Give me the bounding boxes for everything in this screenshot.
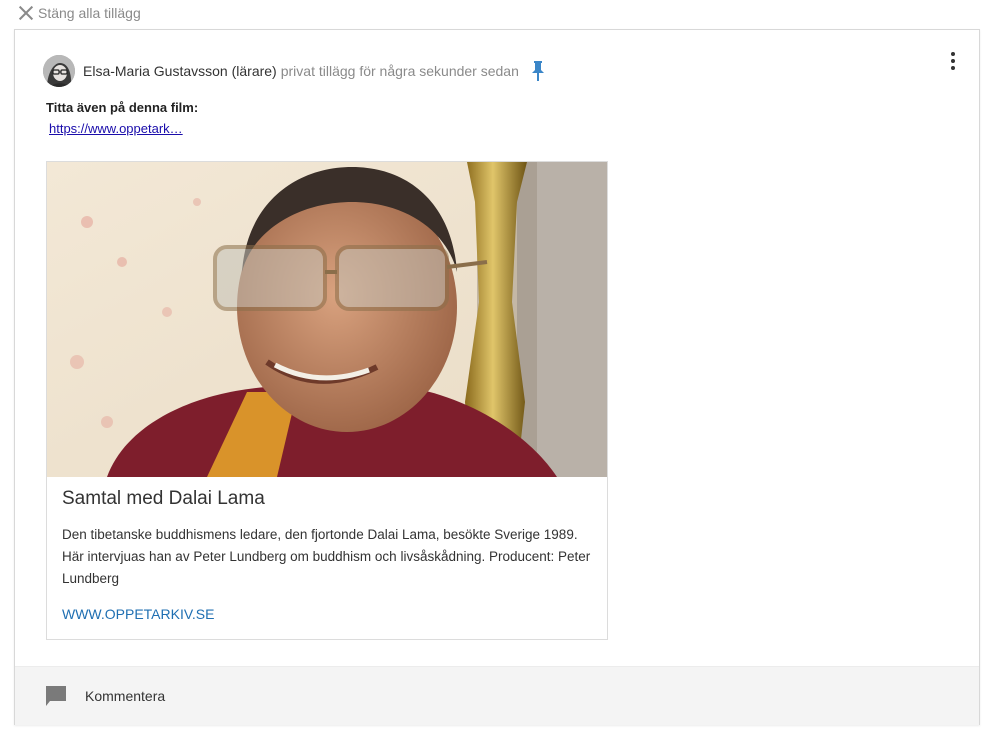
- close-all-label: Stäng alla tillägg: [38, 5, 141, 21]
- video-thumbnail[interactable]: [47, 162, 607, 477]
- annotation-card: Elsa-Maria Gustavsson (lärare) privat ti…: [14, 29, 980, 725]
- privacy-timestamp: privat tillägg för några sekunder sedan: [280, 63, 519, 79]
- preview-description: Den tibetanske buddhismens ledare, den f…: [62, 527, 591, 586]
- comment-button[interactable]: Kommentera: [45, 685, 165, 707]
- card-footer: Kommentera: [15, 666, 979, 725]
- close-all-annotations-button[interactable]: Stäng alla tillägg: [18, 3, 141, 23]
- close-icon: [18, 5, 34, 21]
- preview-title: Samtal med Dalai Lama: [62, 488, 265, 509]
- comment-icon: [45, 685, 67, 707]
- author-name: Elsa-Maria Gustavsson (lärare): [83, 63, 277, 79]
- preview-domain-link[interactable]: WWW.OPPETARKIV.SE: [62, 606, 214, 622]
- kebab-menu-icon[interactable]: [949, 52, 957, 70]
- user-avatar-icon: [43, 55, 75, 87]
- comment-label: Kommentera: [85, 688, 166, 704]
- avatar: [43, 55, 75, 87]
- post-meta: Elsa-Maria Gustavsson (lärare) privat ti…: [83, 61, 545, 81]
- post-title: Titta även på denna film:: [46, 100, 199, 115]
- link-preview-card[interactable]: Samtal med Dalai Lama Den tibetanske bud…: [46, 161, 608, 640]
- post-link[interactable]: https://www.oppetark…: [49, 121, 183, 136]
- pin-icon[interactable]: [531, 61, 545, 81]
